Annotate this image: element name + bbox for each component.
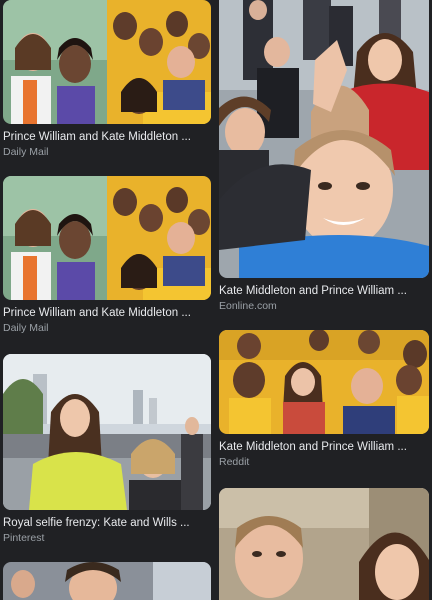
result-thumbnail[interactable] — [219, 330, 429, 434]
image-result-card[interactable]: Prince William and Kate Middleton ... Da… — [3, 0, 211, 162]
result-title[interactable]: Prince William and Kate Middleton ... — [3, 306, 211, 320]
image-result-card[interactable]: Kate Middleton and Prince William ... Re… — [219, 330, 429, 472]
image-result-card[interactable] — [3, 562, 211, 600]
result-title[interactable]: Kate Middleton and Prince William ... — [219, 284, 429, 298]
result-title[interactable]: Kate Middleton and Prince William ... — [219, 440, 429, 454]
result-source: Pinterest — [3, 532, 45, 544]
image-results-grid: Prince William and Kate Middleton ... Da… — [0, 0, 432, 600]
image-result-card[interactable]: Kate Middleton and Prince William ... Eo… — [219, 0, 429, 312]
result-source: Daily Mail — [3, 146, 49, 158]
result-thumbnail[interactable] — [3, 176, 211, 300]
result-source: Reddit — [219, 456, 250, 468]
result-source: Eonline.com — [219, 300, 277, 312]
image-result-card[interactable]: Prince William and Kate Middleton ... Da… — [3, 176, 211, 338]
result-title[interactable]: Prince William and Kate Middleton ... — [3, 130, 211, 144]
image-result-card[interactable] — [219, 488, 429, 600]
result-thumbnail[interactable] — [3, 562, 211, 600]
result-title[interactable]: Royal selfie frenzy: Kate and Wills ... — [3, 516, 211, 530]
result-source: Daily Mail — [3, 322, 49, 334]
result-thumbnail[interactable] — [3, 354, 211, 510]
image-result-card[interactable]: Royal selfie frenzy: Kate and Wills ... … — [3, 354, 211, 550]
result-thumbnail[interactable] — [219, 0, 429, 278]
result-thumbnail[interactable] — [219, 488, 429, 600]
result-thumbnail[interactable] — [3, 0, 211, 124]
